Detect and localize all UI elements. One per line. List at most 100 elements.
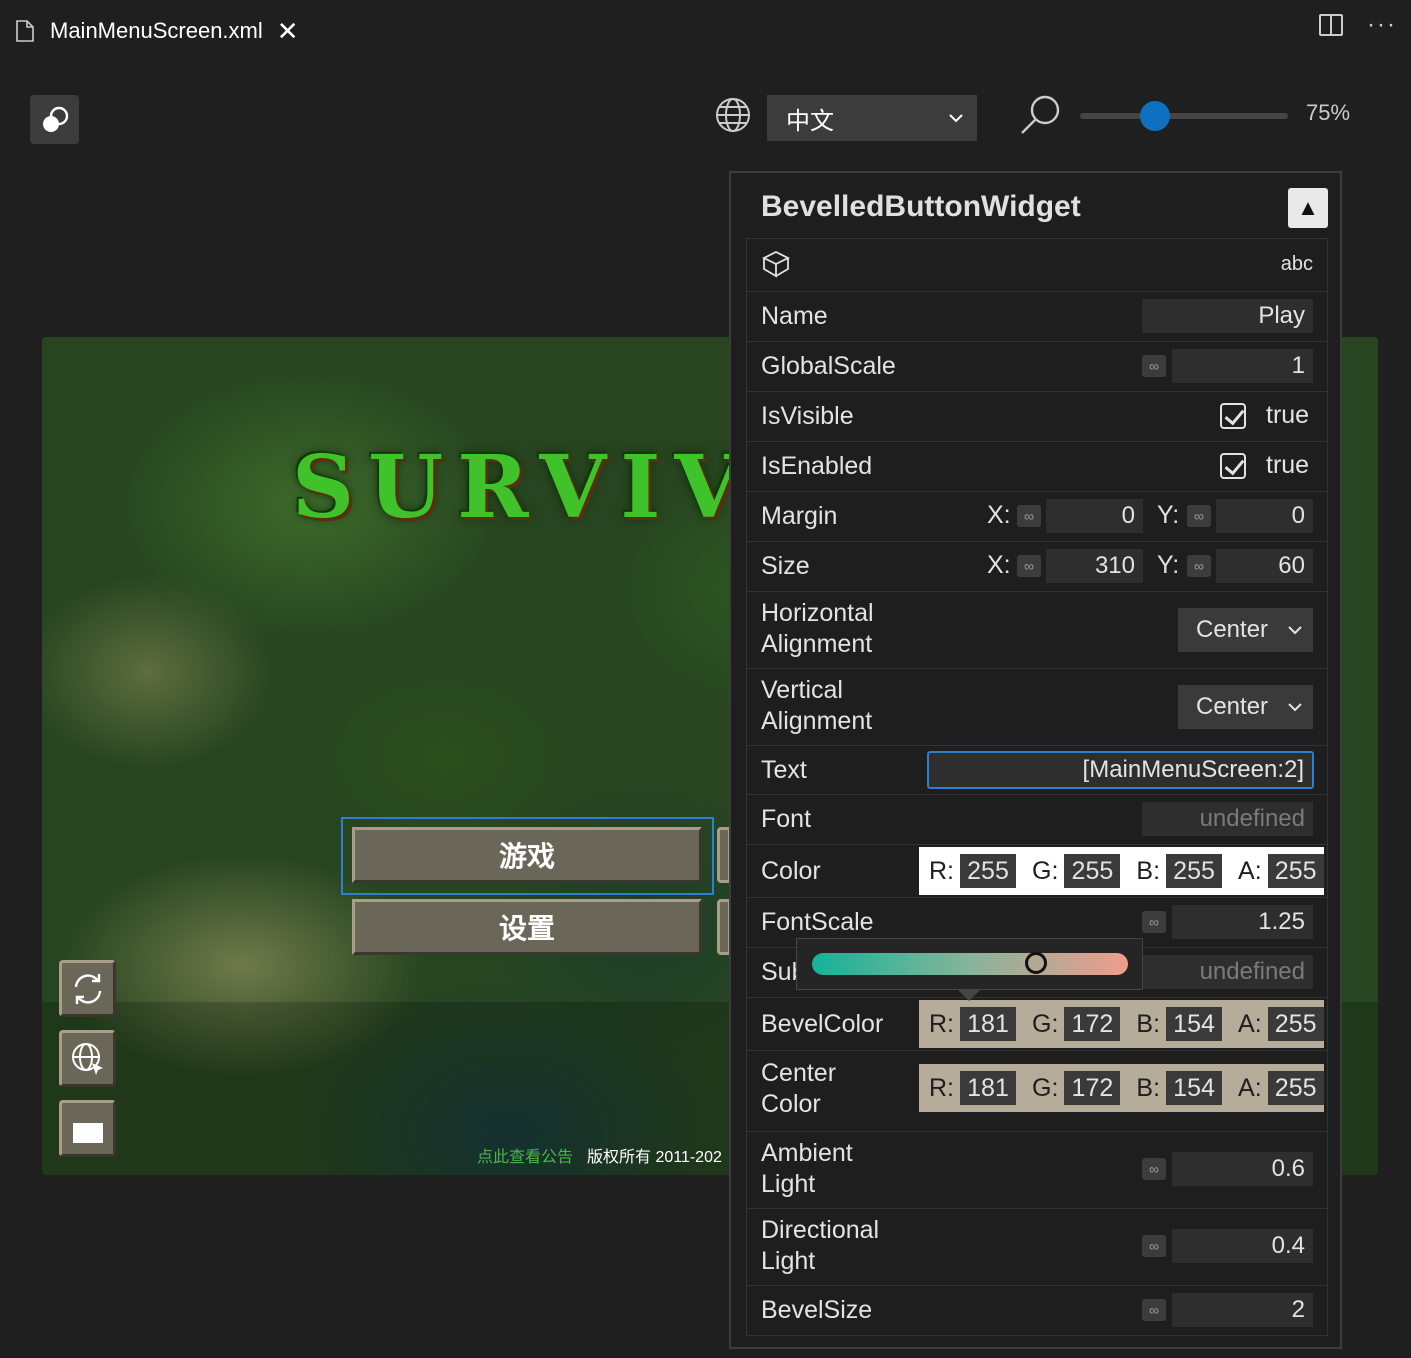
property-header-row: abc	[747, 239, 1327, 292]
cube-icon	[761, 250, 791, 278]
chevron-down-icon	[1288, 626, 1302, 635]
color-swatch[interactable]: R: 255 G: 255 B: 255 A: 255	[919, 847, 1324, 895]
picker-tool-button[interactable]	[30, 95, 79, 144]
prop-row-bevel-size: BevelSize ∞ 2	[747, 1286, 1327, 1335]
infinity-toggle[interactable]: ∞	[1017, 505, 1041, 527]
prop-label: BevelSize	[761, 1296, 873, 1324]
refresh-button[interactable]	[59, 960, 116, 1017]
text-type-indicator: abc	[1280, 253, 1313, 275]
copyright-text: 版权所有 2011-202	[587, 1149, 722, 1166]
zoom-level: 75%	[1306, 100, 1351, 125]
prop-row-margin: Margin X: ∞ 0 Y: ∞ 0	[747, 492, 1327, 542]
text-field[interactable]: [MainMenuScreen:2]	[927, 751, 1314, 789]
zoom-slider-thumb[interactable]	[1139, 101, 1170, 131]
language-select[interactable]: 中文	[767, 95, 977, 141]
font-field[interactable]: undefined	[1142, 802, 1313, 836]
more-actions-icon[interactable]: ···	[1367, 13, 1397, 37]
folder-button[interactable]	[59, 1100, 116, 1157]
is-enabled-checkbox[interactable]	[1220, 453, 1246, 479]
prop-label: IsVisible	[761, 402, 854, 430]
bevel-color-swatch[interactable]: R: 181 G: 172 B: 154 A: 255	[919, 1000, 1324, 1048]
prop-label: Horizontal	[761, 599, 874, 627]
green-label: G:	[1032, 1009, 1059, 1038]
size-x-field[interactable]: 310	[1046, 549, 1143, 583]
sub-field[interactable]: undefined	[1142, 955, 1313, 989]
green-label: G:	[1032, 1073, 1059, 1102]
color-r-field[interactable]: 255	[960, 854, 1016, 888]
is-visible-checkbox[interactable]	[1220, 403, 1246, 429]
zoom-icon	[1021, 95, 1060, 134]
color-slider-popup	[796, 938, 1143, 1001]
infinity-toggle[interactable]: ∞	[1187, 505, 1211, 527]
color-g-field[interactable]: 255	[1064, 854, 1121, 888]
infinity-toggle[interactable]: ∞	[1142, 911, 1166, 933]
play-button[interactable]: 游戏	[352, 827, 702, 883]
name-field[interactable]: Play	[1142, 299, 1313, 333]
bevel-a-field[interactable]: 255	[1267, 1007, 1324, 1041]
bevel-size-field[interactable]: 2	[1172, 1293, 1313, 1327]
vertical-alignment-value: Center	[1196, 693, 1269, 720]
center-a-field[interactable]: 255	[1267, 1071, 1324, 1105]
margin-x-label: X:	[987, 501, 1011, 529]
prop-label: Size	[761, 552, 810, 580]
infinity-toggle[interactable]: ∞	[1142, 355, 1166, 377]
chevron-down-icon	[1288, 703, 1302, 712]
tab-main-menu-screen[interactable]: MainMenuScreen.xml ✕	[0, 0, 299, 62]
prop-label: Name	[761, 302, 828, 330]
prop-row-size: Size X: ∞ 310 Y: ∞ 60	[747, 542, 1327, 592]
directional-light-field[interactable]: 0.4	[1172, 1229, 1313, 1263]
color-a-field[interactable]: 255	[1267, 854, 1324, 888]
center-g-field[interactable]: 172	[1064, 1071, 1121, 1105]
language-button[interactable]	[59, 1030, 116, 1087]
margin-y-field[interactable]: 0	[1216, 499, 1313, 533]
prop-label: GlobalScale	[761, 352, 896, 380]
file-icon	[16, 20, 34, 42]
prop-row-is-visible: IsVisible true	[747, 392, 1327, 442]
vertical-alignment-select[interactable]: Center	[1178, 685, 1313, 729]
color-b-field[interactable]: 255	[1166, 854, 1223, 888]
center-color-swatch[interactable]: R: 181 G: 172 B: 154 A: 255	[919, 1064, 1324, 1112]
prop-row-is-enabled: IsEnabled true	[747, 442, 1327, 492]
infinity-toggle[interactable]: ∞	[1142, 1158, 1166, 1180]
infinity-toggle[interactable]: ∞	[1187, 555, 1211, 577]
paint-picker-icon	[42, 106, 68, 132]
collapse-button[interactable]: ▲	[1288, 188, 1328, 228]
prop-row-vertical-alignment: Vertical Alignment Center	[747, 669, 1327, 746]
tab-title: MainMenuScreen.xml	[50, 18, 263, 43]
notice-link[interactable]: 点此查看公告	[477, 1143, 573, 1167]
global-scale-field[interactable]: 1	[1172, 349, 1313, 383]
infinity-toggle[interactable]: ∞	[1017, 555, 1041, 577]
horizontal-alignment-select[interactable]: Center	[1178, 608, 1313, 652]
settings-button[interactable]: 设置	[352, 899, 702, 955]
folder-icon	[72, 1116, 103, 1143]
color-slider-knob[interactable]	[1025, 952, 1047, 974]
is-visible-value: true	[1266, 401, 1310, 429]
center-b-field[interactable]: 154	[1166, 1071, 1223, 1105]
prop-label: IsEnabled	[761, 452, 873, 480]
prop-label: Ambient	[761, 1139, 853, 1167]
size-y-field[interactable]: 60	[1216, 549, 1313, 583]
infinity-toggle[interactable]: ∞	[1142, 1235, 1166, 1257]
property-grid: abc Name Play GlobalScale ∞ 1 IsVisible …	[746, 238, 1328, 1336]
infinity-toggle[interactable]: ∞	[1142, 1299, 1166, 1321]
bevel-r-field[interactable]: 181	[960, 1007, 1016, 1041]
prop-label: Color	[761, 1090, 821, 1118]
bevel-b-field[interactable]: 154	[1166, 1007, 1223, 1041]
size-y-label: Y:	[1157, 551, 1180, 579]
close-icon[interactable]: ✕	[277, 18, 299, 44]
bevel-g-field[interactable]: 172	[1064, 1007, 1121, 1041]
blue-label: B:	[1136, 1073, 1161, 1102]
split-editor-icon[interactable]	[1319, 14, 1344, 36]
zoom-slider-track[interactable]	[1080, 113, 1288, 119]
ambient-light-field[interactable]: 0.6	[1172, 1152, 1313, 1186]
prop-row-horizontal-alignment: Horizontal Alignment Center	[747, 592, 1327, 669]
prop-label: Font	[761, 805, 812, 833]
prop-label: Color	[761, 857, 821, 885]
center-r-field[interactable]: 181	[960, 1071, 1016, 1105]
color-gradient-slider[interactable]	[812, 953, 1128, 975]
globe-icon	[716, 98, 750, 132]
property-panel: BevelledButtonWidget ▲ abc Name Play Glo…	[729, 171, 1342, 1349]
margin-x-field[interactable]: 0	[1046, 499, 1143, 533]
prop-row-text: Text [MainMenuScreen:2]	[747, 746, 1327, 795]
font-scale-field[interactable]: 1.25	[1172, 905, 1313, 939]
